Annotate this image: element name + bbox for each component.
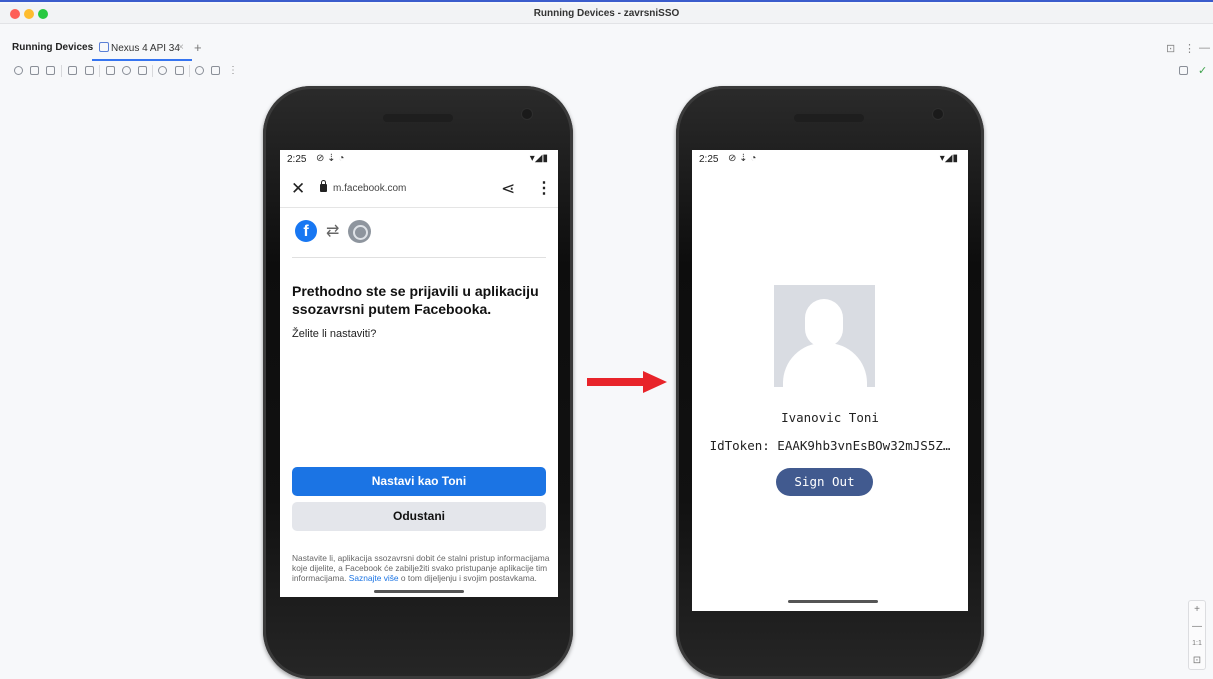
arrow-right-icon [587,371,667,393]
swap-icon: ⇄ [326,223,340,240]
home-indicator[interactable] [374,590,464,593]
avatar-body [783,343,867,387]
rotate-right-icon[interactable] [85,66,94,75]
status-bar: 2:25 ⊘ ⇣ ◔ ▾◢▮ [280,150,558,170]
power-icon[interactable] [14,66,23,75]
continue-question: Želite li nastaviti? [292,328,377,340]
snapshot-icon[interactable] [211,66,220,75]
cancel-button[interactable]: Odustani [292,502,546,531]
back-icon[interactable] [106,66,115,75]
id-token-text: IdToken: EAAK9hb3vnEsBOw32mJS5Z… [709,438,951,453]
app-logo-icon [348,220,371,243]
more-icon[interactable]: ⋮ [228,65,238,76]
tab-bar: Running Devices Nexus 4 API 34 × + ⊡ ⋮ — [0,35,1213,61]
zoom-in-button[interactable]: + [1189,601,1205,618]
front-camera [932,108,944,120]
legal-tail: o tom dijeljenju i svojim postavkama. [398,573,537,584]
device-toolbar: ⋮ ✓ [0,63,1213,81]
status-icons: ⊘ ⇣ ◔ [728,153,757,164]
window-title: Running Devices - zavrsniSSO [533,8,680,19]
phone-right: 2:25 ⊘ ⇣ ◔ ▾◢▮ Ivanovic Toni IdToken: EA… [676,86,984,679]
layout-icon[interactable]: ⊡ [1166,42,1175,55]
url-text[interactable]: m.facebook.com [333,183,406,194]
share-icon[interactable]: ⋖ [501,179,515,199]
tab-label: Nexus 4 API 34 [111,43,180,54]
zoom-out-button[interactable]: — [1189,618,1205,635]
settings-icon[interactable] [1179,66,1188,75]
divider [292,257,546,258]
menu-icon[interactable]: ⋮ [536,178,552,198]
lock-icon [320,180,327,192]
check-icon[interactable]: ✓ [1198,64,1207,77]
phone-left: 2:25 ⊘ ⇣ ◔ ▾◢▮ ✕ m.facebook.com ⋖ ⋮ f ⇄ … [263,86,573,679]
learn-more-link[interactable]: Saznajte više [349,573,399,583]
title-bar: Running Devices - zavrsniSSO [0,4,1213,24]
add-device-icon[interactable]: + [194,40,202,55]
status-time: 2:25 [699,154,719,165]
volume-down-icon[interactable] [46,66,55,75]
facebook-logo-icon: f [295,220,317,242]
profile-avatar [774,285,875,387]
close-icon[interactable]: ✕ [291,179,305,199]
hide-icon[interactable]: — [1199,42,1210,54]
speaker [794,114,864,122]
tab-nexus-4[interactable]: Nexus 4 API 34 × [92,39,192,61]
options-icon[interactable]: ⋮ [1184,42,1195,55]
home-indicator[interactable] [788,600,878,603]
device-icon [99,42,109,52]
overview-icon[interactable] [138,66,147,75]
status-icons: ⊘ ⇣ ◔ [316,153,345,164]
home-icon[interactable] [122,66,131,75]
tab-close-icon[interactable]: × [178,42,184,53]
zoom-actual-button[interactable]: 1:1 [1189,635,1205,652]
battery-signal-icon: ▾◢▮ [939,153,958,164]
rotate-left-icon[interactable] [68,66,77,75]
logo-row: f ⇄ [295,220,395,246]
tool-window-title: Running Devices [12,42,94,53]
profile-name: Ivanovic Toni [781,410,879,425]
speaker [383,114,453,122]
screen-record-icon[interactable] [175,66,184,75]
undo-icon[interactable] [195,66,204,75]
zoom-controls: + — 1:1 ⊡ [1188,600,1206,670]
legal-text: Nastavite li, aplikacija ssozavrsni dobi… [292,553,550,593]
sign-out-button[interactable]: Sign Out [776,468,873,496]
camera-icon[interactable] [158,66,167,75]
left-screen[interactable]: 2:25 ⊘ ⇣ ◔ ▾◢▮ ✕ m.facebook.com ⋖ ⋮ f ⇄ … [280,150,558,597]
ide-window: Running Devices - zavrsniSSO Running Dev… [0,0,1213,679]
zoom-fit-button[interactable]: ⊡ [1189,652,1205,669]
continue-button[interactable]: Nastavi kao Toni [292,467,546,496]
login-heading: Prethodno ste se prijavili u aplikaciju … [292,283,539,317]
status-time: 2:25 [287,154,307,165]
right-screen[interactable]: 2:25 ⊘ ⇣ ◔ ▾◢▮ Ivanovic Toni IdToken: EA… [692,150,968,611]
browser-bar: ✕ m.facebook.com ⋖ ⋮ [280,172,558,208]
battery-signal-icon: ▾◢▮ [529,153,548,164]
front-camera [521,108,533,120]
avatar-head [805,299,843,347]
status-bar: 2:25 ⊘ ⇣ ◔ ▾◢▮ [692,150,968,170]
volume-up-icon[interactable] [30,66,39,75]
